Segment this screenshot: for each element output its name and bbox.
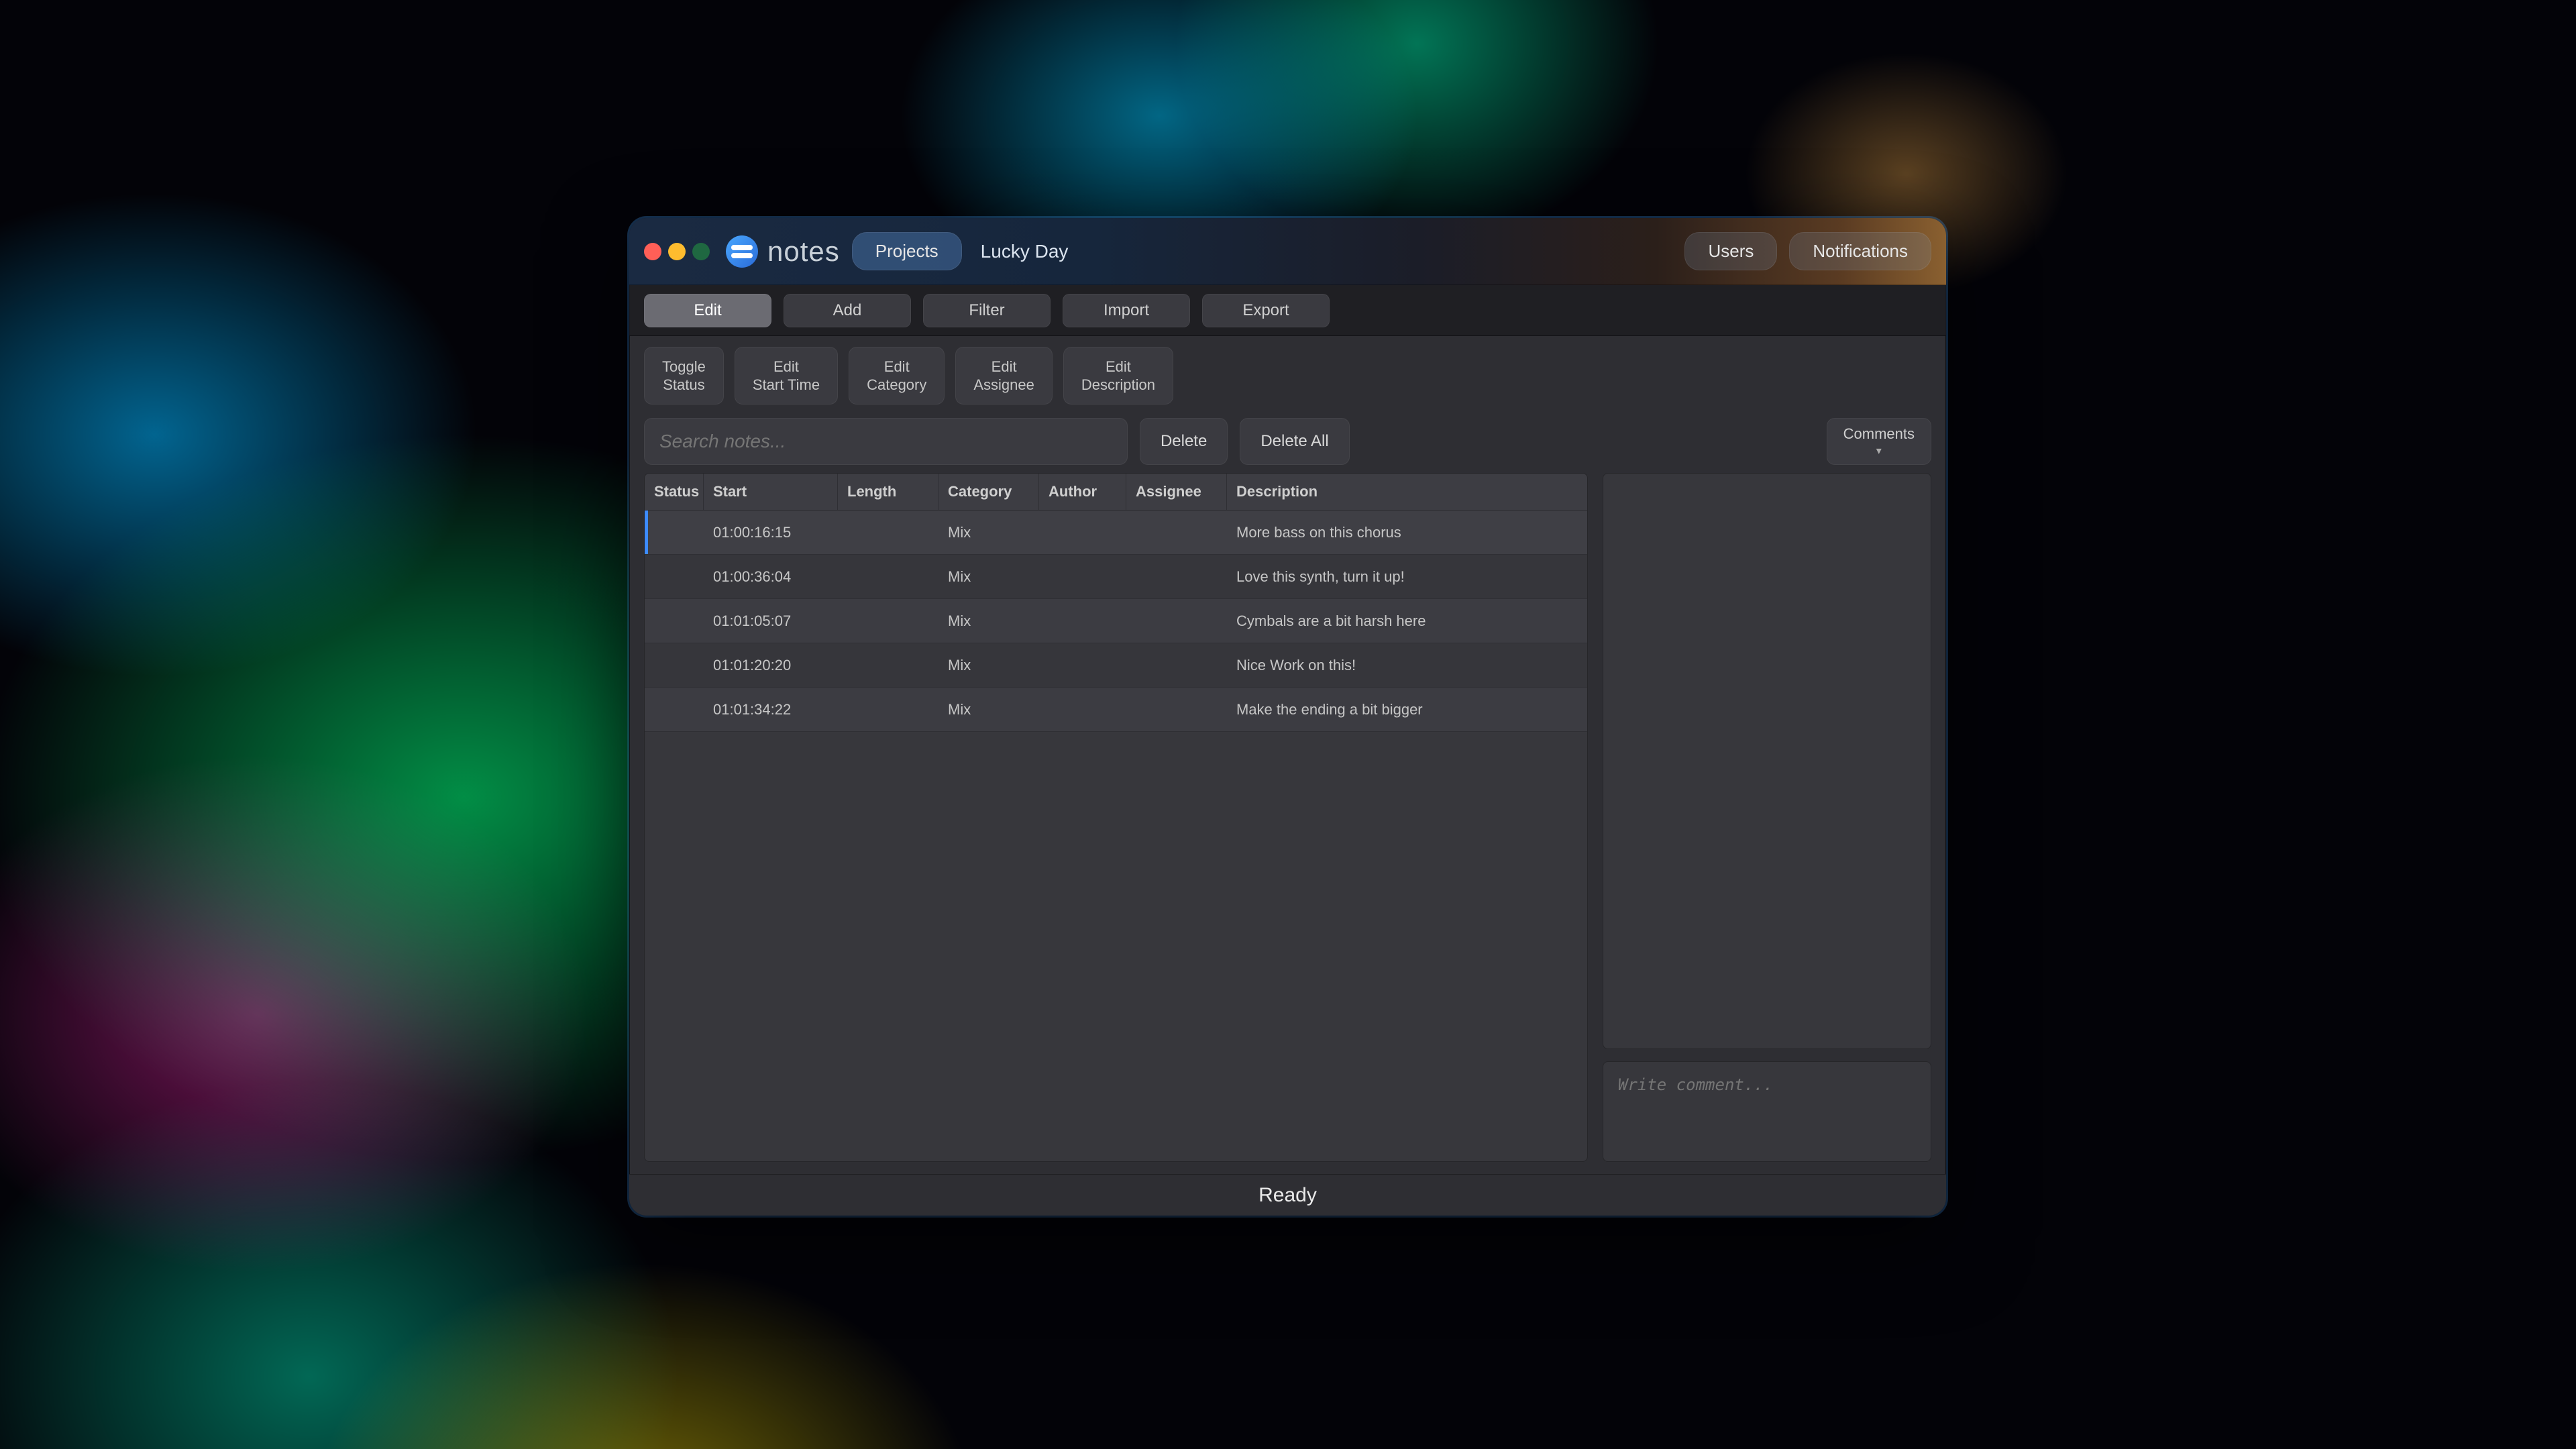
table-row[interactable]: 01:00:16:15 Mix More bass on this chorus [645, 511, 1587, 555]
edit-assignee-button[interactable]: Edit Assignee [955, 347, 1053, 405]
users-button[interactable]: Users [1684, 232, 1777, 270]
cell-start: 01:01:20:20 [704, 647, 838, 684]
comments-label: Comments [1843, 425, 1915, 443]
tab-add[interactable]: Add [784, 294, 911, 327]
zoom-icon[interactable] [692, 243, 710, 260]
titlebar: notes Projects Lucky Day Users Notificat… [629, 218, 1946, 285]
col-start[interactable]: Start [704, 474, 838, 510]
cell-category: Mix [938, 647, 1039, 684]
cell-description: More bass on this chorus [1227, 515, 1587, 551]
cell-start: 01:00:16:15 [704, 515, 838, 551]
cell-start: 01:01:34:22 [704, 692, 838, 728]
tab-edit[interactable]: Edit [644, 294, 771, 327]
app-logo-icon [726, 235, 758, 268]
col-length[interactable]: Length [838, 474, 938, 510]
cell-status [645, 700, 704, 719]
cell-category: Mix [938, 559, 1039, 595]
cell-status [645, 523, 704, 542]
col-assignee[interactable]: Assignee [1126, 474, 1227, 510]
col-author[interactable]: Author [1039, 474, 1126, 510]
comments-panel [1603, 473, 1931, 1049]
content-body: Status Start Length Category Author Assi… [629, 473, 1946, 1174]
cell-assignee [1126, 656, 1227, 675]
search-row: Delete Delete All Comments ▾ [629, 411, 1946, 473]
tab-export[interactable]: Export [1202, 294, 1330, 327]
col-description[interactable]: Description [1227, 474, 1587, 510]
delete-all-button[interactable]: Delete All [1240, 418, 1349, 465]
cell-length [838, 523, 938, 542]
cell-category: Mix [938, 603, 1039, 639]
cell-author [1039, 612, 1126, 631]
delete-button[interactable]: Delete [1140, 418, 1228, 465]
cell-start: 01:00:36:04 [704, 559, 838, 595]
cell-description: Nice Work on this! [1227, 647, 1587, 684]
edit-start-time-button[interactable]: Edit Start Time [735, 347, 838, 405]
project-title: Lucky Day [981, 241, 1069, 262]
comments-toggle[interactable]: Comments ▾ [1827, 418, 1931, 465]
app-brand: notes [726, 235, 840, 268]
cell-author [1039, 523, 1126, 542]
cell-description: Make the ending a bit bigger [1227, 692, 1587, 728]
app-name: notes [767, 235, 840, 268]
cell-length [838, 568, 938, 586]
cell-assignee [1126, 612, 1227, 631]
cell-status [645, 568, 704, 586]
comment-input-wrap [1603, 1061, 1931, 1162]
cell-category: Mix [938, 692, 1039, 728]
status-bar: Ready [629, 1174, 1946, 1216]
notifications-button[interactable]: Notifications [1789, 232, 1931, 270]
window-controls [644, 243, 710, 260]
edit-description-button[interactable]: Edit Description [1063, 347, 1173, 405]
cell-status [645, 656, 704, 675]
cell-length [838, 700, 938, 719]
cell-assignee [1126, 523, 1227, 542]
table-row[interactable]: 01:01:20:20 Mix Nice Work on this! [645, 643, 1587, 688]
status-text: Ready [1258, 1184, 1317, 1207]
cell-length [838, 656, 938, 675]
search-input[interactable] [644, 418, 1128, 465]
tab-import[interactable]: Import [1063, 294, 1190, 327]
edit-category-button[interactable]: Edit Category [849, 347, 945, 405]
table-row[interactable]: 01:01:05:07 Mix Cymbals are a bit harsh he… [645, 599, 1587, 643]
cell-assignee [1126, 700, 1227, 719]
comment-input[interactable] [1618, 1075, 1916, 1148]
col-category[interactable]: Category [938, 474, 1039, 510]
main-toolbar: Edit Add Filter Import Export [629, 285, 1946, 336]
table-row[interactable]: 01:00:36:04 Mix Love this synth, turn it u… [645, 555, 1587, 599]
cell-status [645, 612, 704, 631]
table-body: 01:00:16:15MixMore bass on this chorus01… [645, 511, 1587, 1161]
close-icon[interactable] [644, 243, 661, 260]
cell-category: Mix [938, 515, 1039, 551]
tab-filter[interactable]: Filter [923, 294, 1051, 327]
cell-author [1039, 700, 1126, 719]
side-panel [1603, 473, 1931, 1162]
cell-description: Cymbals are a bit harsh here [1227, 603, 1587, 639]
cell-description: Love this synth, turn it up! [1227, 559, 1587, 595]
col-status[interactable]: Status [645, 474, 704, 510]
projects-button[interactable]: Projects [852, 232, 962, 270]
minimize-icon[interactable] [668, 243, 686, 260]
edit-toolbar: Toggle Status Edit Start Time Edit Categ… [629, 336, 1946, 411]
notes-table: Status Start Length Category Author Assi… [644, 473, 1588, 1162]
table-row[interactable]: 01:01:34:22 Mix Make the ending a bit bigg… [645, 688, 1587, 732]
app-window: notes Projects Lucky Day Users Notificat… [629, 218, 1946, 1216]
cell-length [838, 612, 938, 631]
cell-author [1039, 656, 1126, 675]
cell-start: 01:01:05:07 [704, 603, 838, 639]
cell-author [1039, 568, 1126, 586]
chevron-down-icon: ▾ [1876, 444, 1882, 458]
cell-assignee [1126, 568, 1227, 586]
toggle-status-button[interactable]: Toggle Status [644, 347, 724, 405]
table-header: Status Start Length Category Author Assi… [645, 474, 1587, 511]
